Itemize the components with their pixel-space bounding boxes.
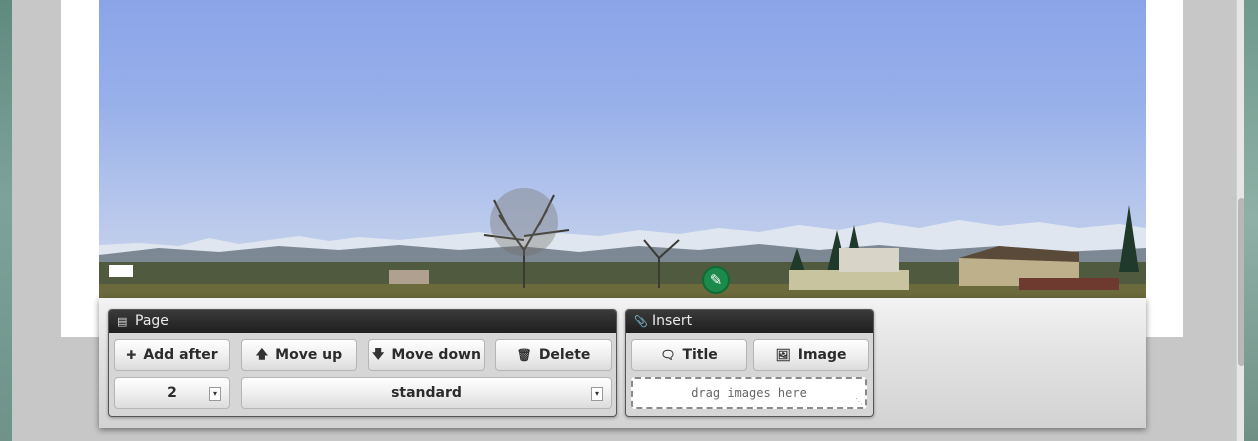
arrow-up-icon: 🡅 <box>255 346 269 361</box>
move-down-button[interactable]: 🡇 Move down <box>368 339 485 371</box>
insert-panel-header: 📎 Insert <box>626 310 873 333</box>
image-dropzone[interactable]: drag images here ⋱ <box>631 377 867 409</box>
delete-button[interactable]: 🗑 Delete <box>495 339 612 371</box>
resize-grip-icon[interactable]: ⋱ <box>855 397 863 406</box>
move-up-label: Move up <box>275 347 343 363</box>
page-panel-header: ▤ Page <box>109 310 616 333</box>
dropzone-text: drag images here <box>691 386 807 400</box>
paperclip-icon: 📎 <box>634 315 648 328</box>
layout-value: standard <box>391 385 462 401</box>
background-left <box>0 0 12 441</box>
dropdown-arrow-icon: ▾ <box>591 387 603 401</box>
page-panel-title: Page <box>135 313 169 329</box>
insert-panel-title: Insert <box>652 313 693 329</box>
edit-pencil-icon[interactable]: ✎ <box>702 266 730 294</box>
insert-panel: 📎 Insert 🗨 Title 🖼 Image drag images her… <box>625 309 874 417</box>
insert-image-label: Image <box>797 347 847 363</box>
page-photo[interactable]: ✎ <box>99 0 1146 298</box>
plus-icon: ✚ <box>126 348 137 362</box>
speech-bubble-icon: 🗨 <box>660 348 676 362</box>
dropdown-arrow-icon: ▾ <box>209 387 221 401</box>
page-number-value: 2 <box>167 385 177 401</box>
layout-select[interactable]: standard ▾ <box>241 377 612 409</box>
document-icon: ▤ <box>117 315 128 328</box>
landscape-image <box>99 188 1146 298</box>
insert-title-label: Title <box>682 347 718 363</box>
move-up-button[interactable]: 🡅 Move up <box>241 339 357 371</box>
insert-title-button[interactable]: 🗨 Title <box>631 339 747 371</box>
insert-image-button[interactable]: 🖼 Image <box>753 339 869 371</box>
add-after-button[interactable]: ✚ Add after <box>114 339 230 371</box>
editor-toolbar: ▤ Page ✚ Add after 🡅 Move up 🡇 Move down… <box>99 298 1146 428</box>
trash-icon: 🗑 <box>516 348 532 362</box>
background-right <box>1244 0 1258 441</box>
arrow-down-icon: 🡇 <box>372 346 385 361</box>
delete-label: Delete <box>538 347 591 363</box>
image-icon: 🖼 <box>775 348 791 362</box>
move-down-label: Move down <box>391 347 481 363</box>
add-after-label: Add after <box>143 347 218 363</box>
page-panel: ▤ Page ✚ Add after 🡅 Move up 🡇 Move down… <box>108 309 617 417</box>
page-number-select[interactable]: 2 ▾ <box>114 377 230 409</box>
